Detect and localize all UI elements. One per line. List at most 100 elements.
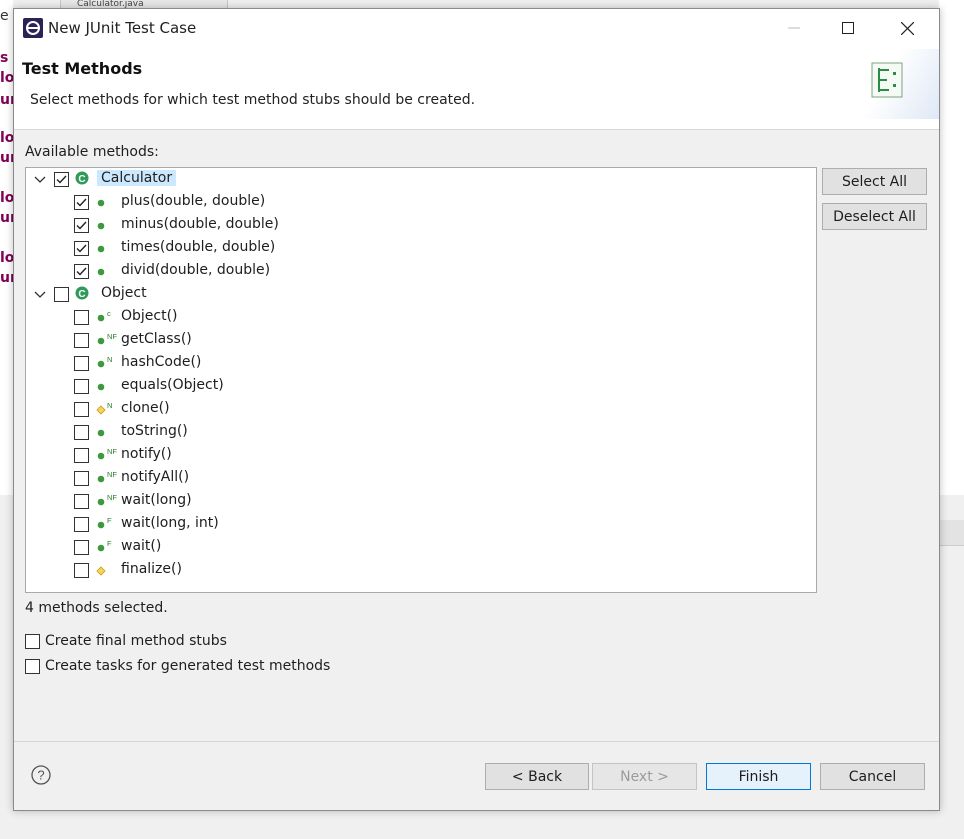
method-checkbox[interactable] xyxy=(74,264,89,279)
public-method-icon xyxy=(96,264,112,280)
public-method-icon xyxy=(96,241,112,257)
tree-row-method[interactable]: equals(Object) xyxy=(26,376,816,399)
tree-row-method[interactable]: divid(double, double) xyxy=(26,261,816,284)
public-method-icon: NF xyxy=(96,447,117,464)
minimize-icon xyxy=(788,27,800,29)
method-checkbox[interactable] xyxy=(74,218,89,233)
method-checkbox[interactable] xyxy=(74,563,89,578)
next-button[interactable]: Next > xyxy=(592,763,697,790)
class-label: Object xyxy=(101,285,147,301)
tree-row-method[interactable]: NF notifyAll() xyxy=(26,468,816,491)
maximize-icon xyxy=(842,22,854,34)
method-checkbox[interactable] xyxy=(74,448,89,463)
tree-row-method[interactable]: Nclone() xyxy=(26,399,816,422)
page-title: Test Methods xyxy=(22,59,143,78)
method-checkbox[interactable] xyxy=(74,425,89,440)
tree-row-method[interactable]: NF notify() xyxy=(26,445,816,468)
maximize-button[interactable] xyxy=(825,9,871,47)
close-icon xyxy=(900,21,914,35)
eclipse-app-icon xyxy=(23,18,43,38)
wizard-header: Test Methods Select methods for which te… xyxy=(14,47,939,130)
background-editor-strip: eslourlourlourlourrty xyxy=(0,0,13,839)
modifier-badge: NF xyxy=(107,448,117,456)
tree-row-class[interactable]: C Calculator xyxy=(26,169,816,192)
create-final-stubs-checkbox[interactable] xyxy=(25,634,40,649)
checkmark-icon xyxy=(56,175,67,184)
tree-row-method[interactable]: finalize() xyxy=(26,560,816,583)
tree-row-method[interactable]: plus(double, double) xyxy=(26,192,816,215)
minimize-button[interactable] xyxy=(771,9,817,47)
cancel-button[interactable]: Cancel xyxy=(820,763,925,790)
chevron-down-icon[interactable] xyxy=(33,288,47,302)
tree-row-method[interactable]: Fwait(long, int) xyxy=(26,514,816,537)
class-checkbox[interactable] xyxy=(54,172,69,187)
checkmark-icon xyxy=(76,244,87,253)
deselect-all-button[interactable]: Deselect All xyxy=(822,203,927,230)
public-method-icon: c xyxy=(96,309,112,326)
public-method-icon: NF xyxy=(96,332,117,349)
modifier-badge: NF xyxy=(107,471,117,479)
public-method-icon: N xyxy=(96,355,112,372)
tree-row-method[interactable]: times(double, double) xyxy=(26,238,816,261)
method-label: clone() xyxy=(121,400,170,416)
class-icon: C xyxy=(74,285,90,301)
public-method-icon xyxy=(96,195,112,211)
help-icon[interactable]: ? xyxy=(31,765,51,785)
method-label: notifyAll() xyxy=(121,469,190,485)
tree-row-method[interactable]: c Object() xyxy=(26,307,816,330)
method-label: divid(double, double) xyxy=(121,262,271,278)
method-label: equals(Object) xyxy=(121,377,224,393)
checkmark-icon xyxy=(76,198,87,207)
tree-row-method[interactable]: NhashCode() xyxy=(26,353,816,376)
method-checkbox[interactable] xyxy=(74,195,89,210)
modifier-badge: N xyxy=(107,356,112,364)
svg-text:C: C xyxy=(78,289,85,300)
method-checkbox[interactable] xyxy=(74,471,89,486)
method-checkbox[interactable] xyxy=(74,356,89,371)
method-checkbox[interactable] xyxy=(74,310,89,325)
tree-row-class[interactable]: C Object xyxy=(26,284,816,307)
public-method-icon: NF xyxy=(96,470,117,487)
back-button[interactable]: < Back xyxy=(485,763,589,790)
methods-tree[interactable]: C Calculator plus(double, double) minus(dou… xyxy=(25,167,817,593)
tree-row-method[interactable]: Fwait() xyxy=(26,537,816,560)
class-icon: C xyxy=(74,170,90,186)
class-checkbox[interactable] xyxy=(54,287,69,302)
method-checkbox[interactable] xyxy=(74,241,89,256)
protected-method-icon: N xyxy=(96,401,112,418)
tree-row-method[interactable]: NF wait(long) xyxy=(26,491,816,514)
protected-method-icon xyxy=(96,563,112,579)
method-label: toString() xyxy=(121,423,188,439)
background-code-fragment: ur xyxy=(0,92,13,108)
public-method-icon: NF xyxy=(96,493,117,510)
background-code-fragment: lo xyxy=(0,70,13,86)
public-method-icon: F xyxy=(96,539,112,556)
select-all-button[interactable]: Select All xyxy=(822,168,927,195)
background-code-fragment: s xyxy=(0,50,9,66)
method-checkbox[interactable] xyxy=(74,402,89,417)
method-checkbox[interactable] xyxy=(74,379,89,394)
background-code-fragment: lo xyxy=(0,250,13,266)
title-bar: New JUnit Test Case xyxy=(14,9,939,47)
method-label: times(double, double) xyxy=(121,239,276,255)
chevron-down-icon[interactable] xyxy=(33,173,47,187)
public-method-icon: F xyxy=(96,516,112,533)
available-methods-label: Available methods: xyxy=(25,144,159,160)
method-checkbox[interactable] xyxy=(74,517,89,532)
method-checkbox[interactable] xyxy=(74,540,89,555)
background-code-fragment: ur xyxy=(0,150,13,166)
public-method-icon xyxy=(96,425,112,441)
public-method-icon xyxy=(96,379,112,395)
method-label: plus(double, double) xyxy=(121,193,266,209)
svg-text:?: ? xyxy=(37,768,44,783)
finish-button[interactable]: Finish xyxy=(706,763,811,790)
checkmark-icon xyxy=(76,221,87,230)
method-checkbox[interactable] xyxy=(74,494,89,509)
method-checkbox[interactable] xyxy=(74,333,89,348)
tree-row-method[interactable]: minus(double, double) xyxy=(26,215,816,238)
close-button[interactable] xyxy=(884,9,930,47)
background-code-fragment: lo xyxy=(0,130,13,146)
create-tasks-checkbox[interactable] xyxy=(25,659,40,674)
tree-row-method[interactable]: NF getClass() xyxy=(26,330,816,353)
tree-row-method[interactable]: toString() xyxy=(26,422,816,445)
